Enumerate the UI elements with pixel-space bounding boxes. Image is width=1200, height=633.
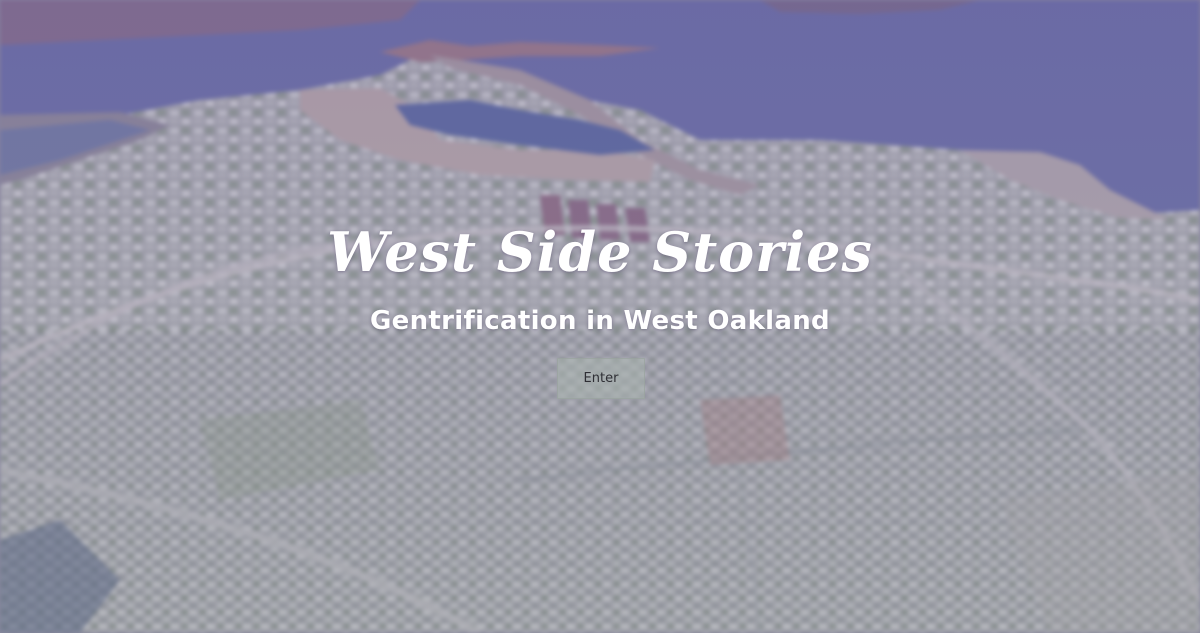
page-title: West Side Stories — [327, 220, 873, 284]
enter-button[interactable]: Enter — [557, 358, 645, 399]
hero-content: West Side Stories Gentrification in West… — [0, 0, 1200, 633]
page-subtitle: Gentrification in West Oakland — [370, 306, 830, 336]
